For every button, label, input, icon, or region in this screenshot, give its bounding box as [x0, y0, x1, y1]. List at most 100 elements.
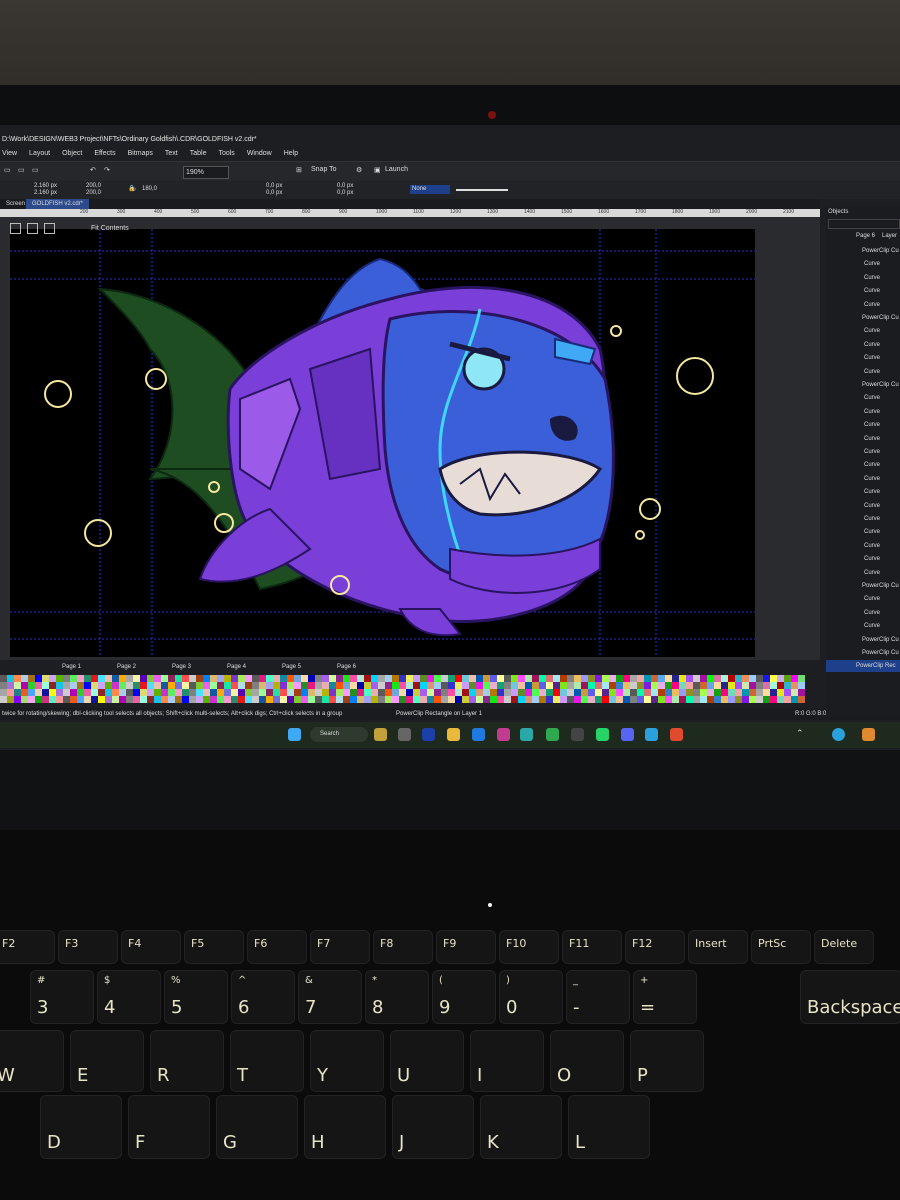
scale-x-field[interactable]: 200,0: [86, 183, 101, 189]
palette-swatch[interactable]: [329, 682, 336, 689]
palette-swatch[interactable]: [462, 675, 469, 682]
palette-swatch[interactable]: [161, 675, 168, 682]
palette-swatch[interactable]: [203, 696, 210, 703]
palette-swatch[interactable]: [539, 696, 546, 703]
object-curve-item[interactable]: Curve: [864, 567, 880, 579]
palette-swatch[interactable]: [385, 682, 392, 689]
palette-swatch[interactable]: [546, 689, 553, 696]
palette-swatch[interactable]: [406, 689, 413, 696]
palette-swatch[interactable]: [28, 689, 35, 696]
palette-swatch[interactable]: [105, 696, 112, 703]
corner-x-field[interactable]: 0,0 px: [337, 183, 353, 189]
key-prtsc[interactable]: PrtSc: [751, 930, 811, 964]
palette-swatch[interactable]: [280, 689, 287, 696]
key-f12[interactable]: F12: [625, 930, 685, 964]
palette-swatch[interactable]: [756, 675, 763, 682]
palette-swatch[interactable]: [511, 675, 518, 682]
palette-swatch[interactable]: [301, 696, 308, 703]
palette-swatch[interactable]: [637, 682, 644, 689]
snap-icon[interactable]: ⊞: [296, 166, 302, 174]
palette-swatch[interactable]: [553, 696, 560, 703]
outline-width-select[interactable]: [456, 189, 508, 191]
palette-swatch[interactable]: [784, 682, 791, 689]
object-curve-item[interactable]: Curve: [864, 258, 880, 270]
palette-swatch[interactable]: [154, 675, 161, 682]
palette-swatch[interactable]: [714, 689, 721, 696]
palette-swatch[interactable]: [462, 696, 469, 703]
palette-swatch[interactable]: [525, 675, 532, 682]
key-t[interactable]: T: [230, 1030, 304, 1092]
page-tab-3[interactable]: Page 3: [172, 664, 191, 670]
palette-swatch[interactable]: [308, 689, 315, 696]
key-f4[interactable]: F4: [121, 930, 181, 964]
palette-swatch[interactable]: [210, 696, 217, 703]
palette-swatch[interactable]: [343, 689, 350, 696]
palette-swatch[interactable]: [259, 689, 266, 696]
palette-swatch[interactable]: [791, 675, 798, 682]
palette-swatch[interactable]: [98, 682, 105, 689]
palette-swatch[interactable]: [798, 675, 805, 682]
palette-swatch[interactable]: [287, 696, 294, 703]
palette-swatch[interactable]: [364, 682, 371, 689]
palette-swatch[interactable]: [693, 696, 700, 703]
palette-swatch[interactable]: [182, 675, 189, 682]
palette-swatch[interactable]: [224, 696, 231, 703]
palette-swatch[interactable]: [728, 675, 735, 682]
menu-item-table[interactable]: Table: [190, 147, 207, 161]
key-g[interactable]: G: [216, 1095, 298, 1159]
vscode-icon[interactable]: [472, 728, 485, 741]
palette-swatch[interactable]: [182, 689, 189, 696]
palette-swatch[interactable]: [126, 696, 133, 703]
palette-swatch[interactable]: [77, 682, 84, 689]
palette-swatch[interactable]: [532, 675, 539, 682]
tab-goldfish[interactable]: GOLDFISH v2.cdr*: [26, 199, 90, 209]
palette-swatch[interactable]: [798, 696, 805, 703]
palette-swatch[interactable]: [252, 689, 259, 696]
key-f6[interactable]: F6: [247, 930, 307, 964]
palette-swatch[interactable]: [777, 696, 784, 703]
palette-swatch[interactable]: [420, 689, 427, 696]
palette-swatch[interactable]: [560, 682, 567, 689]
palette-swatch[interactable]: [462, 682, 469, 689]
palette-swatch[interactable]: [658, 689, 665, 696]
palette-swatch[interactable]: [595, 696, 602, 703]
palette-swatch[interactable]: [28, 675, 35, 682]
palette-swatch[interactable]: [140, 689, 147, 696]
palette-swatch[interactable]: [280, 675, 287, 682]
palette-swatch[interactable]: [133, 675, 140, 682]
palette-swatch[interactable]: [518, 689, 525, 696]
palette-swatch[interactable]: [224, 675, 231, 682]
palette-swatch[interactable]: [560, 689, 567, 696]
palette-swatch[interactable]: [245, 696, 252, 703]
key-5[interactable]: % 5: [164, 970, 228, 1024]
palette-swatch[interactable]: [728, 682, 735, 689]
figma-icon[interactable]: [497, 728, 510, 741]
palette-swatch[interactable]: [532, 689, 539, 696]
palette-swatch[interactable]: [294, 696, 301, 703]
palette-swatch[interactable]: [147, 689, 154, 696]
menu-item-help[interactable]: Help: [284, 147, 298, 161]
palette-swatch[interactable]: [693, 675, 700, 682]
fill-select[interactable]: None: [410, 185, 450, 194]
palette-swatch[interactable]: [301, 675, 308, 682]
palette-swatch[interactable]: [280, 696, 287, 703]
corner-y-field[interactable]: 0,0 px: [337, 190, 353, 196]
palette-swatch[interactable]: [175, 696, 182, 703]
palette-swatch[interactable]: [112, 689, 119, 696]
palette-swatch[interactable]: [21, 682, 28, 689]
key-6[interactable]: ^ 6: [231, 970, 295, 1024]
coreldraw-icon[interactable]: [546, 728, 559, 741]
palette-swatch[interactable]: [266, 675, 273, 682]
palette-swatch[interactable]: [112, 696, 119, 703]
palette-swatch[interactable]: [91, 675, 98, 682]
palette-swatch[interactable]: [595, 682, 602, 689]
widget-icon[interactable]: [374, 728, 387, 741]
palette-swatch[interactable]: [49, 696, 56, 703]
palette-swatch[interactable]: [210, 682, 217, 689]
launch-button[interactable]: Launch: [385, 166, 408, 173]
palette-swatch[interactable]: [441, 675, 448, 682]
object-powerclip-item[interactable]: PowerClip Cu: [862, 312, 899, 324]
object-curve-item[interactable]: Curve: [864, 446, 880, 458]
palette-swatch[interactable]: [175, 689, 182, 696]
palette-swatch[interactable]: [504, 675, 511, 682]
